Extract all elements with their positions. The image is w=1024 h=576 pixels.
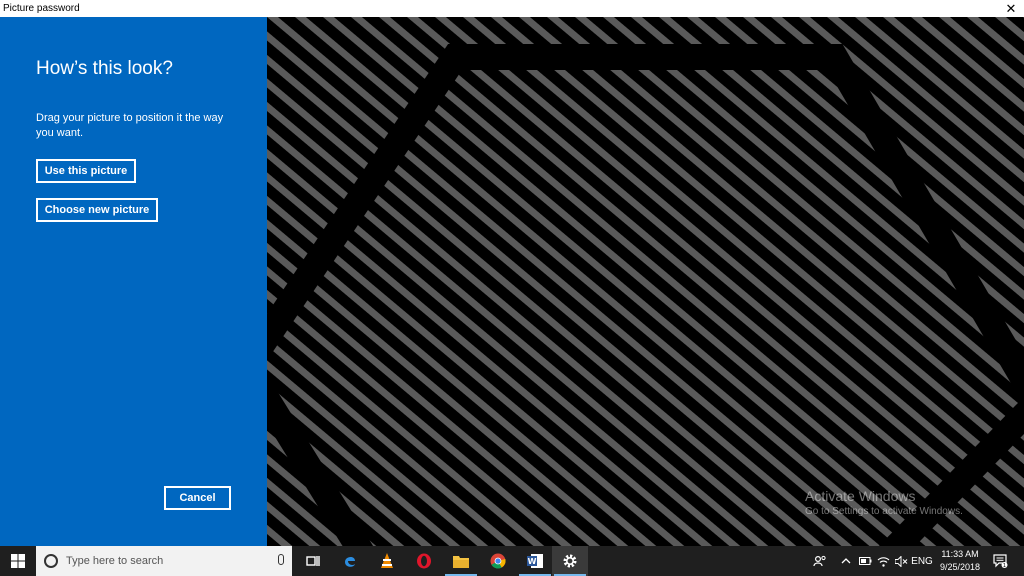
window-title: Picture password <box>3 3 80 14</box>
window-titlebar: Picture password ✕ <box>0 0 1024 17</box>
opera-icon[interactable] <box>406 546 442 576</box>
svg-text:W: W <box>528 557 537 566</box>
clock-time: 11:33 AM <box>941 549 979 559</box>
volume-muted-icon[interactable] <box>892 546 910 576</box>
watermark-title: Activate Windows <box>805 488 916 504</box>
use-picture-button[interactable]: Use this picture <box>36 159 136 183</box>
edge-icon[interactable] <box>332 546 368 576</box>
vlc-icon[interactable] <box>369 546 405 576</box>
settings-icon[interactable] <box>552 546 588 576</box>
picture-preview[interactable] <box>267 17 1024 546</box>
settings-panel: How’s this look? Drag your picture to po… <box>0 17 267 546</box>
word-icon[interactable]: W <box>517 546 553 576</box>
notification-center-button[interactable]: 1 <box>988 546 1012 576</box>
cancel-button[interactable]: Cancel <box>164 486 231 510</box>
activate-windows-watermark: Activate Windows Go to Settings to activ… <box>805 488 963 517</box>
page-title: How’s this look? <box>36 58 173 79</box>
notification-count: 1 <box>1002 563 1005 568</box>
windows-logo-icon <box>11 554 25 568</box>
start-button[interactable] <box>0 546 36 576</box>
microphone-icon[interactable] <box>278 554 284 565</box>
battery-icon[interactable] <box>856 546 874 576</box>
chrome-icon[interactable] <box>480 546 516 576</box>
file-explorer-icon[interactable] <box>443 546 479 576</box>
close-icon[interactable]: ✕ <box>1004 0 1018 17</box>
language-indicator[interactable]: ENG <box>910 546 934 576</box>
striped-hexagon-image <box>267 17 1024 546</box>
chevron-up-icon[interactable] <box>838 546 854 576</box>
watermark-subtitle: Go to Settings to activate Windows. <box>805 506 963 517</box>
choose-new-picture-button[interactable]: Choose new picture <box>36 198 158 222</box>
search-placeholder: Type here to search <box>66 555 164 567</box>
cortana-icon <box>44 554 58 568</box>
notification-icon: 1 <box>992 554 1007 568</box>
wifi-icon[interactable] <box>874 546 892 576</box>
taskbar-search-box[interactable]: Type here to search <box>36 546 292 576</box>
taskbar: Type here to search W ENG 11:33 AM 9/25/… <box>0 546 1024 576</box>
task-view-icon[interactable] <box>295 546 331 576</box>
people-icon[interactable] <box>810 546 830 576</box>
clock-date: 9/25/2018 <box>939 562 981 572</box>
instruction-text: Drag your picture to position it the way… <box>36 112 224 139</box>
system-clock[interactable]: 11:33 AM 9/25/2018 <box>934 548 986 574</box>
